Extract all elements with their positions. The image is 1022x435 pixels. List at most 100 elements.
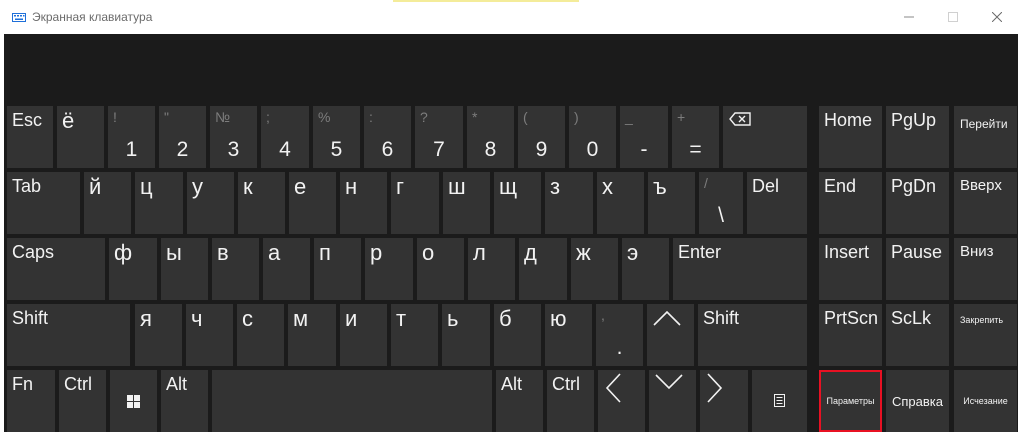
key-arrow-down[interactable] [649,370,696,432]
key-6[interactable]: : 6 [364,106,411,168]
options-button[interactable]: Параметры [819,370,882,432]
key-letter[interactable]: б [494,304,541,366]
key-pgup[interactable]: PgUp [886,106,949,168]
key-ctrl-left[interactable]: Ctrl [59,370,106,432]
key-letter[interactable]: д [519,238,567,300]
key-letter[interactable]: з [545,172,593,234]
windows-icon [127,395,140,408]
key-5[interactable]: % 5 [313,106,360,168]
key-letter[interactable]: ц [135,172,183,234]
key-period[interactable]: , . [596,304,643,366]
key-letter[interactable]: м [288,304,336,366]
key-letter[interactable]: н [340,172,387,234]
key-7[interactable]: ? 7 [415,106,463,168]
key-label: ш [448,174,466,199]
key-prtscn[interactable]: PrtScn [819,304,882,366]
key-arrow-right[interactable] [700,370,748,432]
key-digit: 1 [125,138,138,161]
dock-button[interactable]: Закрепить [954,304,1017,366]
fade-button[interactable]: Исчезание [954,370,1017,432]
key-letter[interactable]: ш [443,172,490,234]
key-backslash[interactable]: / \ [699,172,743,234]
key-letter[interactable]: ф [109,238,157,300]
key-space[interactable] [212,370,492,432]
key-letter[interactable]: г [391,172,439,234]
key-symbol: " [164,109,169,125]
key-ctrl-right[interactable]: Ctrl [547,370,594,432]
key-letter[interactable]: ы [161,238,208,300]
key-letter[interactable]: ж [571,238,618,300]
move-down-button[interactable]: Вниз [954,238,1017,300]
key-label: д [524,240,537,265]
key-esc[interactable]: Esc [7,106,53,168]
key-letter[interactable]: е [289,172,336,234]
key-symbol: _ [625,109,633,125]
key-alt-right[interactable]: Alt [496,370,543,432]
maximize-button[interactable] [936,3,970,31]
key-9[interactable]: ( 9 [518,106,565,168]
key-letter[interactable]: о [417,238,464,300]
key-letter[interactable]: у [187,172,234,234]
key-insert[interactable]: Insert [819,238,882,300]
key-letter[interactable]: ю [545,304,592,366]
key-end[interactable]: End [819,172,882,234]
key-label: у [192,174,203,199]
key-letter[interactable]: ч [186,304,233,366]
key-2[interactable]: " 2 [159,106,206,168]
help-button[interactable]: Справка [886,370,949,432]
key-letter[interactable]: к [238,172,285,234]
key-letter[interactable]: п [314,238,361,300]
key-shift-right[interactable]: Shift [698,304,807,366]
key-4[interactable]: ; 4 [261,106,309,168]
key-letter[interactable]: х [597,172,644,234]
key-0[interactable]: ) 0 [569,106,616,168]
key-symbol: № [215,109,231,125]
key-home[interactable]: Home [819,106,882,168]
goto-button[interactable]: Перейти [954,106,1017,168]
key-letter[interactable]: л [468,238,515,300]
key-label: п [319,240,331,265]
key-letter[interactable]: в [212,238,259,300]
key-minus[interactable]: _ - [620,106,668,168]
key-pgdn[interactable]: PgDn [886,172,949,234]
key-arrow-left[interactable] [598,370,645,432]
key-tab[interactable]: Tab [7,172,80,234]
minimize-button[interactable] [892,3,926,31]
key-yo[interactable]: ё [57,106,104,168]
key-letter[interactable]: и [340,304,387,366]
key-del[interactable]: Del [747,172,807,234]
key-windows[interactable] [110,370,157,432]
key-letter[interactable]: й [84,172,131,234]
key-letter[interactable]: т [391,304,438,366]
key-caps[interactable]: Caps [7,238,105,300]
move-up-button[interactable]: Вверх [954,172,1017,234]
key-letter[interactable]: р [365,238,413,300]
key-letter[interactable]: а [263,238,310,300]
maximize-icon [948,12,958,22]
key-enter[interactable]: Enter [673,238,807,300]
key-label: с [242,306,253,331]
close-button[interactable] [980,3,1014,31]
key-shift-left[interactable]: Shift [7,304,130,366]
key-3[interactable]: № 3 [210,106,257,168]
key-letter[interactable]: ь [442,304,490,366]
key-context-menu[interactable] [752,370,807,432]
key-symbol: % [318,109,331,125]
keyboard-icon [12,13,26,22]
key-fn[interactable]: Fn [7,370,55,432]
key-1[interactable]: ! 1 [108,106,155,168]
key-alt-left[interactable]: Alt [161,370,208,432]
key-8[interactable]: * 8 [467,106,514,168]
key-letter[interactable]: с [237,304,284,366]
key-label: т [396,306,407,331]
key-symbol: ) [574,109,579,125]
key-letter[interactable]: э [622,238,669,300]
key-letter[interactable]: ъ [648,172,695,234]
key-backspace[interactable] [723,106,807,168]
key-equals[interactable]: + = [672,106,719,168]
key-letter[interactable]: щ [494,172,541,234]
key-pause[interactable]: Pause [886,238,949,300]
key-letter[interactable]: я [135,304,182,366]
key-arrow-up[interactable] [647,304,694,366]
key-sclk[interactable]: ScLk [886,304,949,366]
